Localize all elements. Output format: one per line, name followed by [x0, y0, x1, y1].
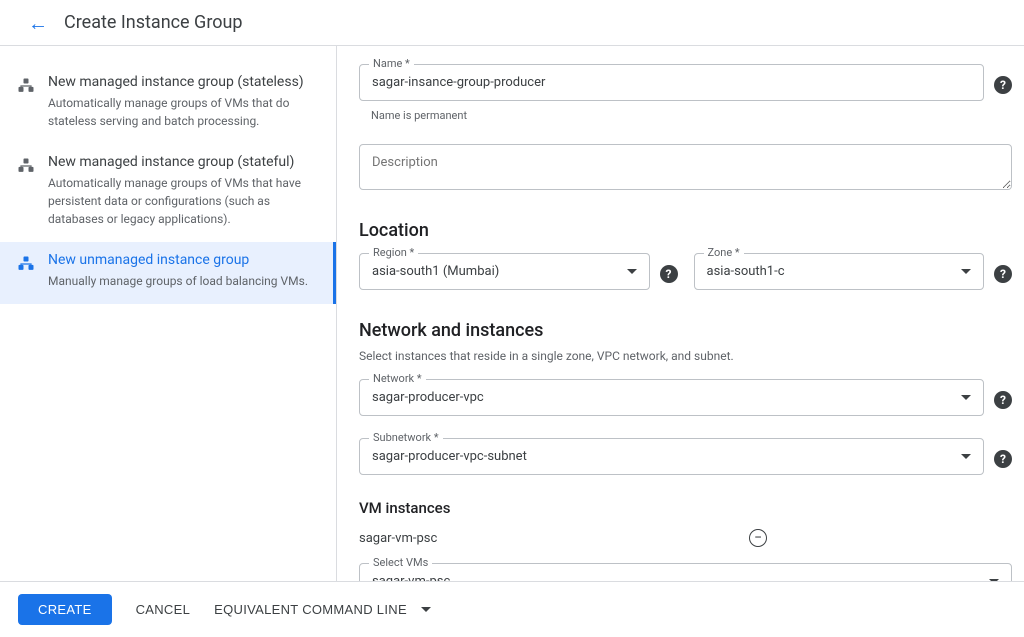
- network-select[interactable]: sagar-producer-vpc: [359, 379, 984, 416]
- sidebar-item-unmanaged[interactable]: New unmanaged instance group Manually ma…: [0, 242, 336, 304]
- chevron-down-icon: [961, 269, 971, 274]
- instance-group-icon: [16, 254, 36, 274]
- sidebar-item-title: New managed instance group (stateful): [48, 154, 320, 170]
- instance-group-icon: [16, 156, 36, 176]
- page-title: Create Instance Group: [64, 12, 243, 33]
- sidebar-item-mig-stateful[interactable]: New managed instance group (stateful) Au…: [0, 144, 336, 242]
- network-label: Network *: [369, 372, 426, 385]
- remove-vm-icon[interactable]: [749, 529, 767, 547]
- sidebar: New managed instance group (stateless) A…: [0, 46, 336, 585]
- zone-label: Zone *: [704, 246, 744, 259]
- main-form: Name * ? Name is permanent Location Regi…: [336, 46, 1024, 585]
- help-icon[interactable]: ?: [660, 265, 678, 283]
- zone-value: asia-south1-c: [707, 264, 785, 279]
- region-label: Region *: [369, 246, 418, 259]
- sidebar-item-desc: Automatically manage groups of VMs that …: [48, 94, 320, 130]
- section-network-desc: Select instances that reside in a single…: [359, 349, 1012, 363]
- network-value: sagar-producer-vpc: [372, 390, 484, 405]
- vm-instance-name: sagar-vm-psc: [359, 531, 749, 546]
- chevron-down-icon: [627, 269, 637, 274]
- chevron-down-icon: [961, 454, 971, 459]
- vm-instances-title: VM instances: [359, 499, 1012, 517]
- back-arrow-icon[interactable]: ←: [28, 13, 48, 33]
- help-icon[interactable]: ?: [994, 265, 1012, 283]
- sidebar-item-title: New managed instance group (stateless): [48, 74, 320, 90]
- chevron-down-icon: [961, 395, 971, 400]
- help-icon[interactable]: ?: [994, 76, 1012, 94]
- sidebar-item-mig-stateless[interactable]: New managed instance group (stateless) A…: [0, 64, 336, 144]
- cancel-button[interactable]: CANCEL: [136, 602, 191, 617]
- instance-group-icon: [16, 76, 36, 96]
- region-value: asia-south1 (Mumbai): [372, 264, 499, 279]
- chevron-down-icon[interactable]: [421, 607, 431, 612]
- subnetwork-select[interactable]: sagar-producer-vpc-subnet: [359, 438, 984, 475]
- select-vms-label: Select VMs: [369, 556, 432, 569]
- page-header: ← Create Instance Group: [0, 0, 1024, 45]
- name-label: Name *: [369, 57, 414, 70]
- equivalent-command-line-button[interactable]: EQUIVALENT COMMAND LINE: [214, 602, 407, 617]
- section-network-title: Network and instances: [359, 320, 1012, 341]
- content-area: New managed instance group (stateless) A…: [0, 45, 1024, 585]
- sidebar-item-title: New unmanaged instance group: [48, 252, 317, 268]
- help-icon[interactable]: ?: [994, 450, 1012, 468]
- vm-instance-row: sagar-vm-psc: [359, 527, 1012, 557]
- create-button[interactable]: CREATE: [18, 594, 112, 625]
- footer-bar: CREATE CANCEL EQUIVALENT COMMAND LINE: [0, 581, 1024, 637]
- description-input[interactable]: [359, 144, 1012, 190]
- sidebar-item-desc: Manually manage groups of load balancing…: [48, 272, 317, 290]
- sidebar-item-desc: Automatically manage groups of VMs that …: [48, 174, 320, 228]
- name-input[interactable]: [359, 64, 984, 101]
- subnetwork-label: Subnetwork *: [369, 431, 443, 444]
- section-location-title: Location: [359, 220, 1012, 241]
- subnetwork-value: sagar-producer-vpc-subnet: [372, 449, 527, 464]
- help-icon[interactable]: ?: [994, 391, 1012, 409]
- name-hint: Name is permanent: [359, 105, 1012, 122]
